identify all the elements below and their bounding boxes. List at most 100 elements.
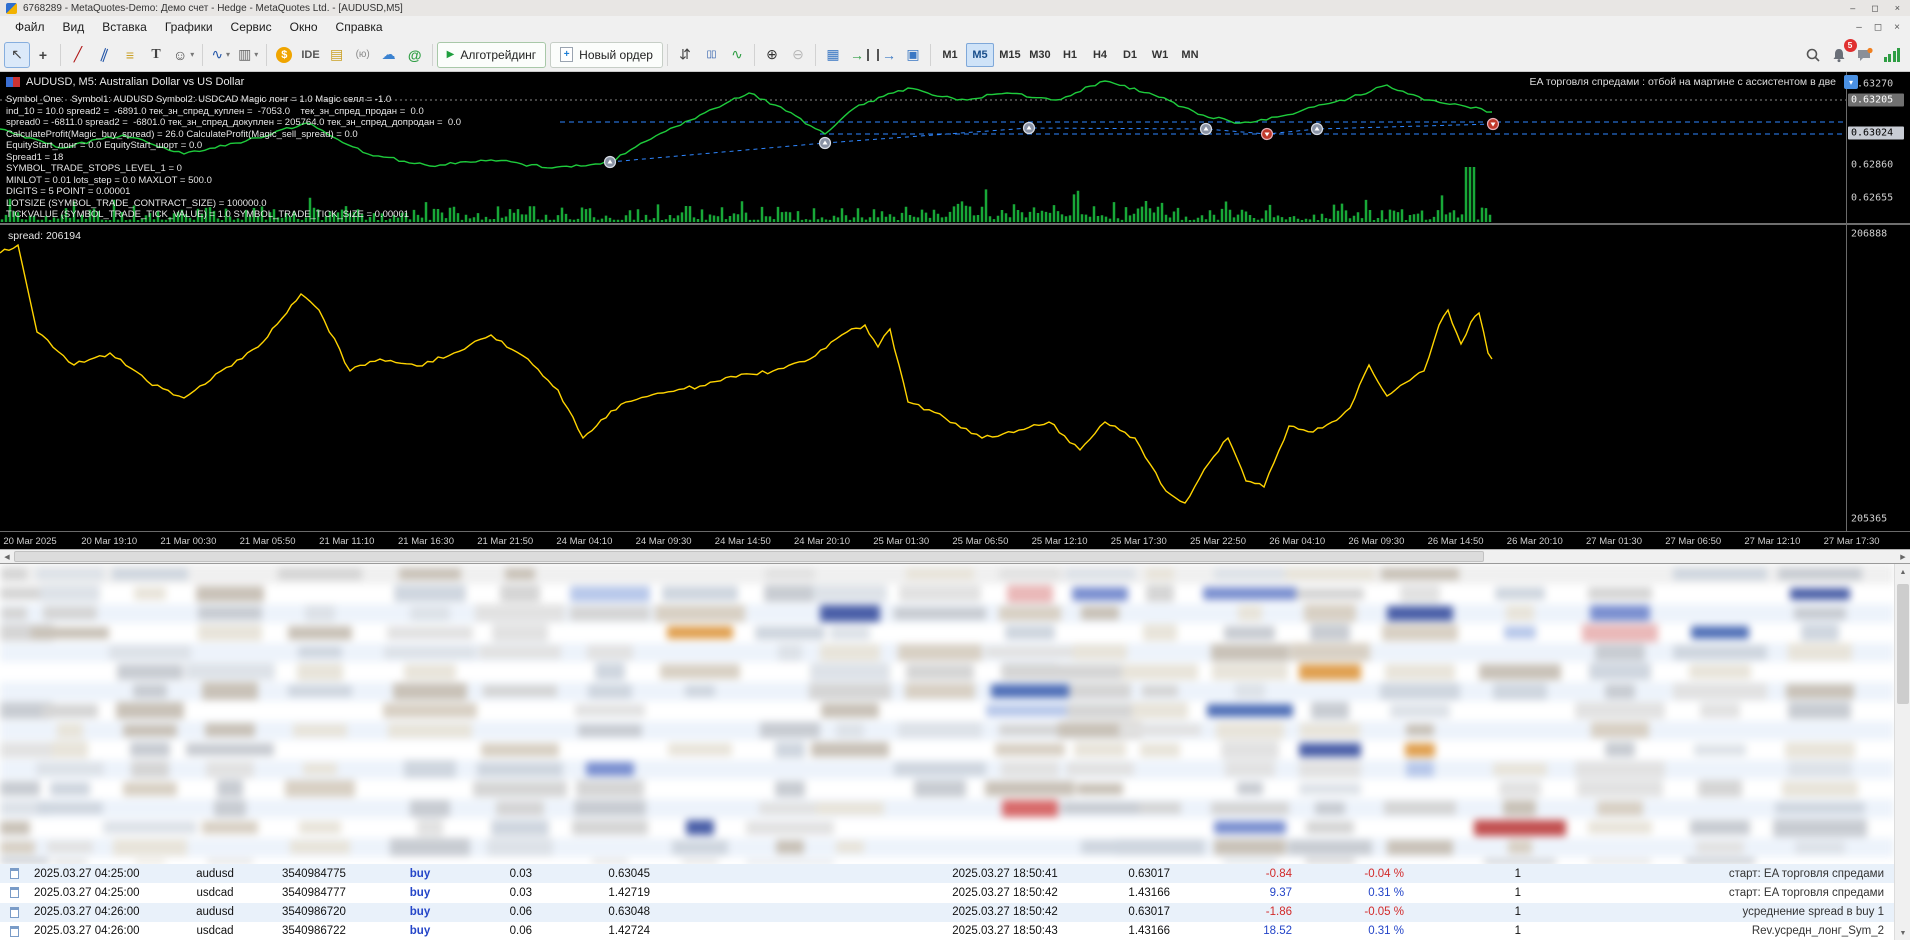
mql5-icon: @ — [407, 46, 422, 63]
history-row[interactable]: 2025.03.27 04:26:00 audusd 3540986720 buy 0.… — [0, 902, 1894, 922]
volume-cell: 0.06 — [509, 906, 532, 919]
metaeditor-button[interactable]: ▤ — [324, 42, 350, 68]
symbol-cell: usdcad — [196, 925, 234, 938]
search-button[interactable] — [1800, 42, 1826, 68]
timeframe-m15-button[interactable]: M15 — [996, 43, 1024, 67]
chart-template-button[interactable]: ▥ ▾ — [234, 42, 262, 68]
v-scroll-thumb[interactable] — [1897, 584, 1909, 704]
cursor-button[interactable]: ↖ — [4, 41, 30, 68]
chart-shift-button[interactable]: → — [873, 42, 900, 68]
volume-cell: 0.03 — [509, 886, 532, 899]
timeframe-mn-button[interactable]: MN — [1176, 43, 1204, 67]
zoom-in-button[interactable]: ⊕ — [759, 42, 785, 68]
ide-button[interactable]: IDE — [297, 42, 323, 68]
timeframe-h1-button[interactable]: H1 — [1056, 43, 1084, 67]
overlay-line: Symbol_One: Symbol1: AUDUSD Symbol2: USD… — [6, 94, 392, 105]
history-row[interactable]: 2025.03.27 04:25:00 audusd 3540984775 buy 0.… — [0, 864, 1894, 884]
quick-panel-icon[interactable]: ▾ — [1844, 75, 1858, 89]
timeframe-h4-button[interactable]: H4 — [1086, 43, 1114, 67]
market-coin-icon: $ — [276, 46, 293, 63]
menu-Вид[interactable]: Вид — [54, 17, 94, 37]
ticket-cell: 3540986720 — [282, 906, 346, 919]
history-row[interactable]: 2025.03.27 04:26:00 usdcad 3540986722 buy 0.… — [0, 922, 1894, 940]
ea-comment: EA торговля спредами : отбой на мартине … — [1529, 76, 1836, 88]
timeframe-w1-button[interactable]: W1 — [1146, 43, 1174, 67]
timeframe-m1-button[interactable]: M1 — [936, 43, 964, 67]
zoom-out-button[interactable]: ⊖ — [785, 42, 811, 68]
depth-icon: ⇵ — [679, 46, 691, 62]
row-icon-cell — [0, 925, 28, 937]
chart-type-button[interactable]: ∿ ▾ — [207, 42, 234, 68]
chart-area[interactable]: AUDUSD, M5: Australian Dollar vs US Doll… — [0, 72, 1910, 549]
channel-button[interactable]: ∥ — [91, 42, 117, 68]
community-button[interactable]: (ю) — [350, 42, 376, 68]
close-price-cell: 0.63017 — [1128, 906, 1170, 919]
history-row[interactable]: 2025.03.27 04:25:00 usdcad 3540984777 buy 0.… — [0, 883, 1894, 902]
vps-button[interactable]: ☁ — [376, 42, 402, 68]
comment-cell: усреднение spread в buy 1 — [1742, 906, 1884, 919]
overlay-line: DIGITS = 5 POINT = 0.00001 — [6, 186, 131, 197]
mdi-restore-button[interactable]: ◻ — [1874, 22, 1882, 33]
price-cell: 0.63048 — [608, 906, 650, 919]
mdi-close-button[interactable]: × — [1894, 22, 1900, 33]
time-axis-label: 26 Mar 20:10 — [1506, 536, 1563, 547]
trendline-button[interactable]: ╱ — [65, 42, 91, 68]
time-axis-label: 25 Mar 22:50 — [1190, 536, 1246, 547]
fibonacci-button[interactable]: ≡ — [117, 42, 143, 68]
toolbox-panel: 2025.03.27 04:25:00 audusd 3540984775 buy 0.… — [0, 563, 1910, 940]
crosshair-icon: + — [38, 46, 48, 63]
menu-Графики[interactable]: Графики — [156, 17, 222, 37]
new-order-button[interactable]: + Новый ордер — [550, 41, 663, 68]
overlay-line: spread0 = -6811.0 spread2 = -6801.0 тек_… — [6, 117, 462, 128]
app-icon — [6, 2, 17, 14]
count-cell: 1 — [1514, 867, 1521, 880]
market-button[interactable]: $ — [271, 42, 297, 68]
notifications-button[interactable]: 5 — [1826, 38, 1857, 68]
tick-chart-button[interactable]: ∿ — [724, 42, 750, 68]
profit-percent-cell: -0.04 % — [1364, 867, 1404, 880]
crosshair-button[interactable]: + — [30, 42, 56, 68]
chart-properties-button[interactable]: ▣ — [900, 42, 926, 68]
menu-Справка[interactable]: Справка — [327, 17, 392, 37]
type-cell: buy — [409, 886, 431, 899]
blurred-row — [0, 818, 1894, 838]
mql5-button[interactable]: @ — [402, 42, 428, 68]
ticket-cell: 3540984775 — [282, 867, 346, 880]
time-cell: 2025.03.27 04:25:00 — [34, 886, 140, 899]
market-watch-button[interactable]: ▯▯ — [698, 42, 724, 68]
overlay-line: SYMBOL_TRADE_STOPS_LEVEL_1 = 0 — [6, 163, 182, 174]
toolbox-v-scrollbar[interactable]: ▲ ▼ — [1894, 564, 1910, 940]
menu-Окно[interactable]: Окно — [281, 17, 327, 37]
profit-percent-cell: -0.05 % — [1364, 906, 1404, 919]
chart-h-scrollbar[interactable]: ◀ ▶ — [0, 549, 1910, 563]
depth-of-market-button[interactable]: ⇵ — [672, 42, 698, 68]
text-button[interactable]: T — [143, 42, 169, 68]
autoscroll-button[interactable]: → — [846, 42, 873, 68]
close-button[interactable]: × — [1895, 3, 1900, 14]
overlay-line: CalculateProfit(Magic_buy_spread) = 26.0… — [6, 128, 358, 140]
minimize-button[interactable]: – — [1850, 3, 1855, 14]
tile-windows-button[interactable]: ▦ — [820, 42, 846, 68]
timeframe-d1-button[interactable]: D1 — [1116, 43, 1144, 67]
time-cell: 2025.03.27 04:25:00 — [34, 867, 140, 880]
scroll-down-icon[interactable]: ▼ — [1895, 925, 1910, 940]
count-cell: 1 — [1514, 906, 1521, 919]
algotrading-button[interactable]: ▶ Алготрейдинг — [436, 41, 547, 68]
scroll-left-icon[interactable]: ◀ — [0, 550, 14, 563]
scroll-right-icon[interactable]: ▶ — [1896, 550, 1910, 563]
search-icon — [1806, 48, 1820, 62]
menu-Файл[interactable]: Файл — [6, 17, 54, 37]
menu-Сервис[interactable]: Сервис — [222, 17, 281, 37]
timeframe-m5-button[interactable]: M5 — [965, 42, 994, 67]
objects-button[interactable]: ☺ ▾ — [169, 42, 198, 68]
window-title: 6768289 - MetaQuotes-Demo: Демо счет - H… — [23, 2, 403, 14]
h-scroll-thumb[interactable] — [14, 551, 1484, 562]
timeframe-m30-button[interactable]: M30 — [1026, 43, 1054, 67]
menu-Вставка[interactable]: Вставка — [93, 17, 156, 37]
shapes-icon: ☺ — [173, 46, 188, 63]
maximize-button[interactable]: ◻ — [1871, 3, 1878, 14]
scroll-up-icon[interactable]: ▲ — [1895, 564, 1910, 580]
mdi-minimize-button[interactable]: – — [1856, 22, 1862, 33]
blurred-row — [0, 779, 1894, 799]
channel-icon: ∥ — [98, 45, 111, 63]
